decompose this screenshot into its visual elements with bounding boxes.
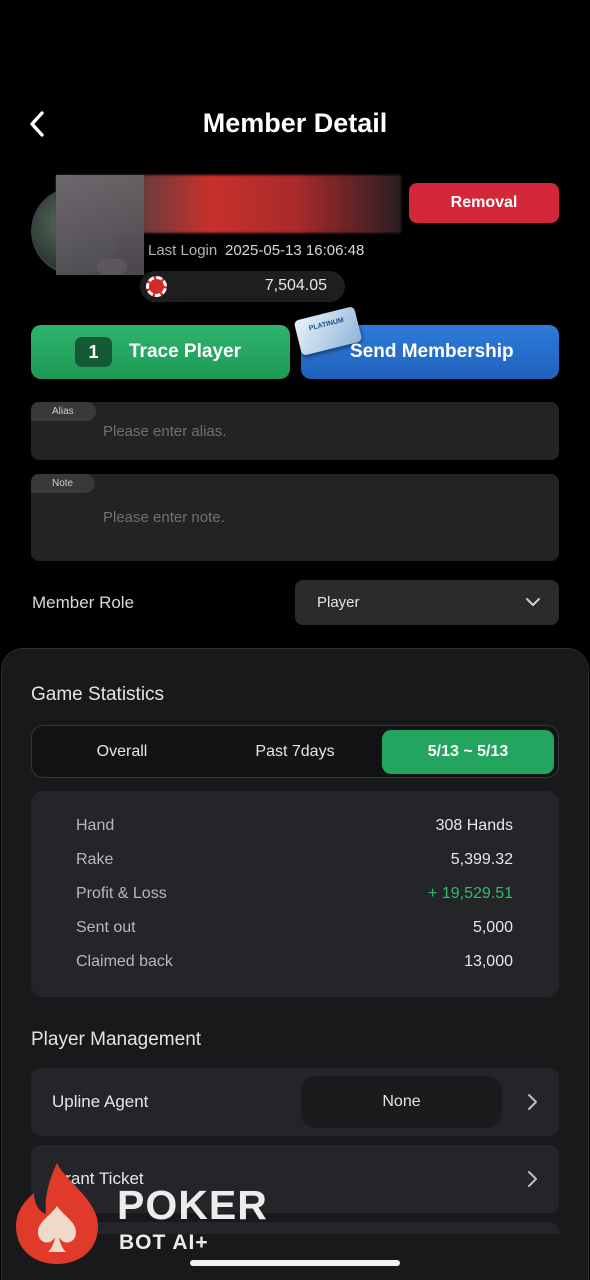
logo-text-poker: POKER bbox=[117, 1182, 268, 1228]
logo-text-botai: BOT AI+ bbox=[119, 1231, 209, 1254]
note-tag: Note bbox=[31, 474, 96, 493]
alias-input[interactable] bbox=[103, 423, 533, 440]
alias-field: Alias bbox=[31, 402, 559, 460]
stat-label: Rake bbox=[76, 851, 114, 868]
upline-agent-label: Upline Agent bbox=[52, 1092, 149, 1111]
member-role-value: Player bbox=[317, 594, 360, 611]
stat-value: 5,399.32 bbox=[450, 851, 513, 868]
stat-row-profit-loss: Profit & Loss + 19,529.51 bbox=[76, 885, 513, 909]
action-row: 1 Trace Player PLATINUM Send Membership bbox=[31, 306, 559, 380]
last-login-value: 2025-05-13 16:06:48 bbox=[225, 242, 365, 259]
trace-player-button[interactable]: 1 Trace Player bbox=[31, 325, 290, 379]
stat-label: Claimed back bbox=[76, 953, 173, 970]
stats-tabs: Overall Past 7days 5/13 ~ 5/13 bbox=[31, 725, 559, 778]
trace-count-badge: 1 bbox=[75, 337, 112, 367]
balance-pill: 7,504.05 bbox=[140, 271, 345, 302]
flame-spade-icon bbox=[16, 1163, 98, 1264]
chevron-right-icon bbox=[528, 1094, 537, 1110]
send-membership-label: Send Membership bbox=[350, 341, 514, 362]
chevron-right-icon bbox=[528, 1171, 537, 1187]
tab-past-7days[interactable]: Past 7days bbox=[210, 730, 380, 774]
stat-label: Profit & Loss bbox=[76, 885, 167, 902]
removal-button[interactable]: Removal bbox=[409, 183, 559, 223]
alias-tag: Alias bbox=[31, 402, 96, 421]
player-management-title: Player Management bbox=[31, 1029, 202, 1050]
stat-row-sent-out: Sent out 5,000 bbox=[76, 919, 513, 943]
trace-player-label: Trace Player bbox=[129, 341, 241, 362]
stat-row-claimed-back: Claimed back 13,000 bbox=[76, 953, 513, 977]
stats-box: Hand 308 Hands Rake 5,399.32 Profit & Lo… bbox=[31, 791, 559, 997]
game-statistics-title: Game Statistics bbox=[31, 684, 165, 705]
redacted-avatar bbox=[56, 175, 144, 275]
stat-row-hand: Hand 308 Hands bbox=[76, 817, 513, 841]
page-title: Member Detail bbox=[202, 108, 388, 138]
member-role-select[interactable]: Player bbox=[295, 580, 559, 625]
membership-card-text: PLATINUM bbox=[308, 316, 345, 333]
member-role-label: Member Role bbox=[32, 593, 135, 612]
note-input[interactable] bbox=[103, 509, 533, 526]
stat-value: + 19,529.51 bbox=[428, 885, 513, 902]
note-field: Note bbox=[31, 474, 559, 561]
last-login-label: Last Login bbox=[148, 242, 218, 259]
tab-overall[interactable]: Overall bbox=[36, 730, 208, 774]
upline-agent-row[interactable]: Upline Agent None bbox=[31, 1068, 559, 1136]
stat-value: 308 Hands bbox=[435, 817, 513, 834]
stat-value: 5,000 bbox=[472, 919, 513, 936]
stat-row-rake: Rake 5,399.32 bbox=[76, 851, 513, 875]
home-indicator bbox=[190, 1260, 400, 1266]
poker-chip-icon bbox=[146, 276, 167, 297]
stat-label: Sent out bbox=[76, 919, 136, 936]
tab-date-range[interactable]: 5/13 ~ 5/13 bbox=[382, 730, 554, 774]
profile-card: Last Login 2025-05-13 16:06:48 7,504.05 … bbox=[0, 175, 590, 305]
upline-agent-value: None bbox=[301, 1076, 502, 1128]
chevron-down-icon bbox=[526, 598, 540, 606]
header: Member Detail bbox=[0, 96, 590, 156]
stat-label: Hand bbox=[76, 817, 115, 834]
balance-value: 7,504.05 bbox=[264, 277, 327, 294]
pokerbot-logo: POKER BOT AI+ bbox=[12, 1160, 272, 1270]
stat-value: 13,000 bbox=[464, 953, 513, 970]
send-membership-button[interactable]: PLATINUM Send Membership bbox=[293, 306, 559, 379]
